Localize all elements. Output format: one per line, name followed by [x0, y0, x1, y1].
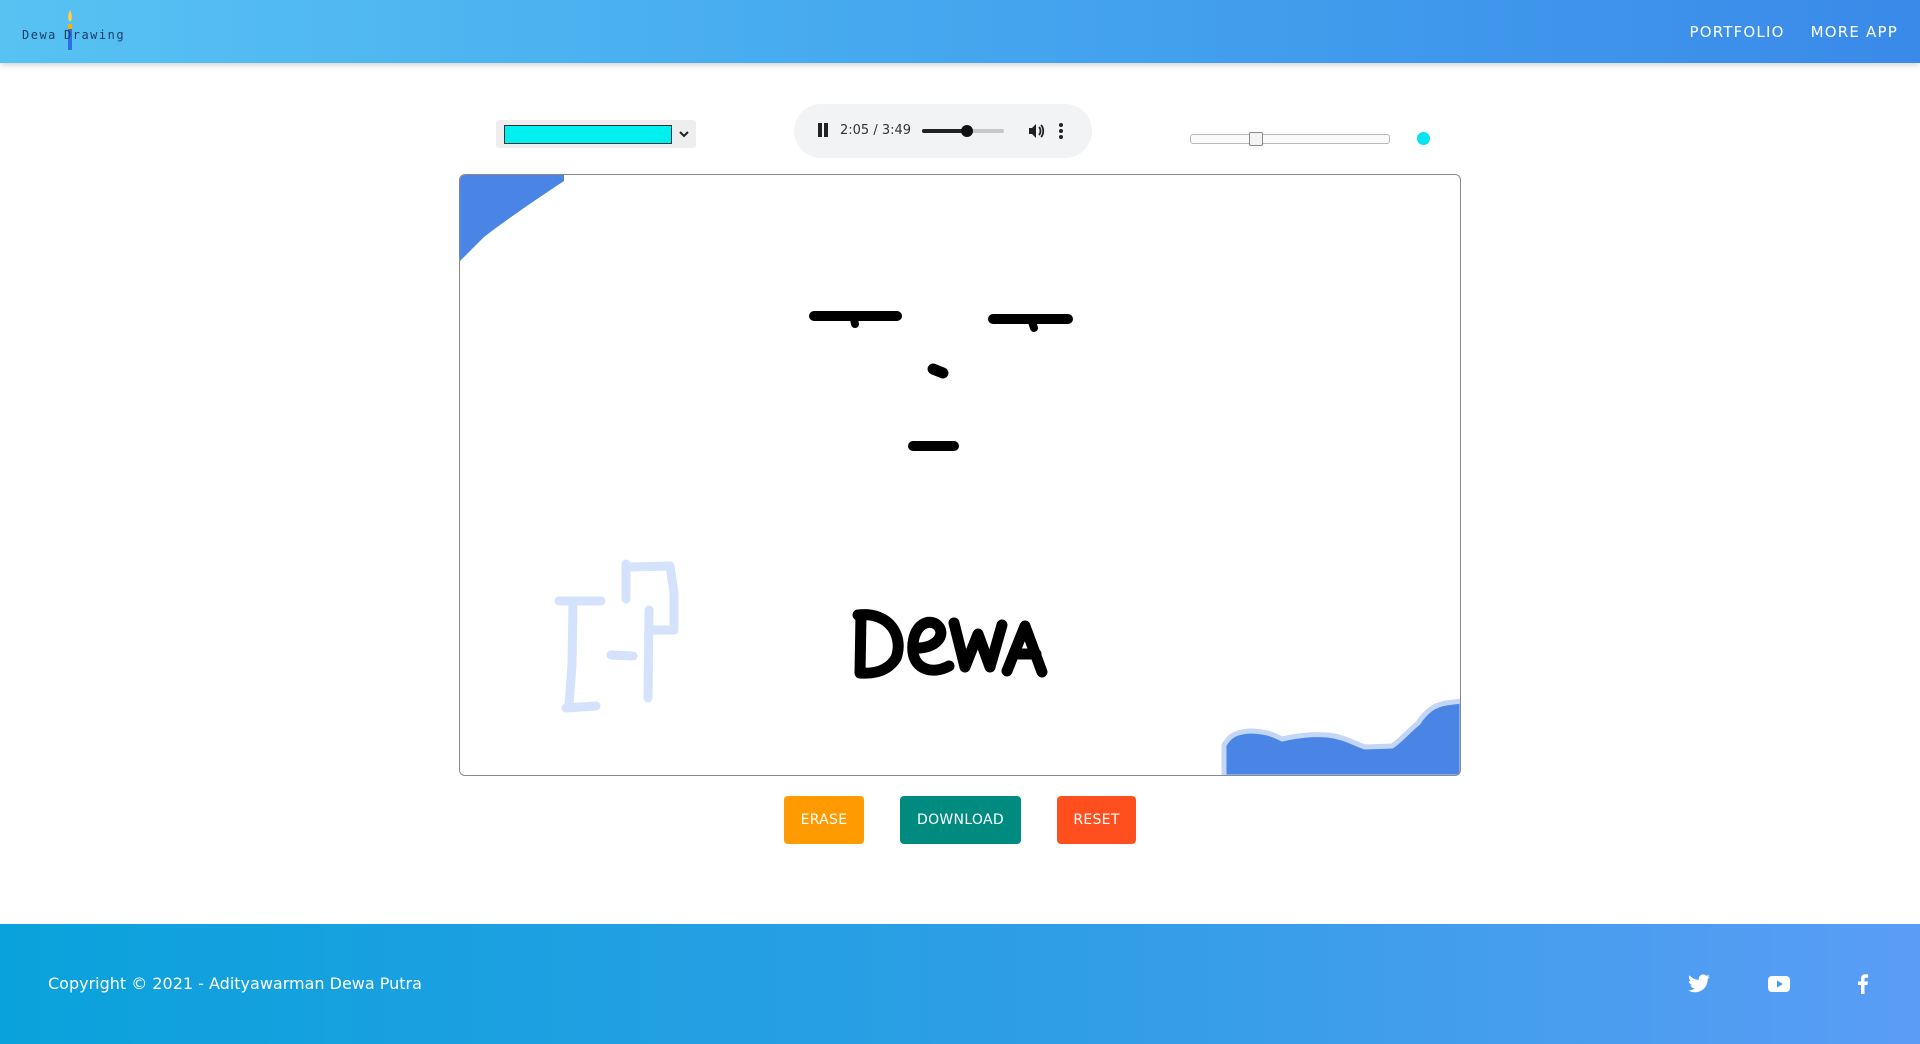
logo-word-dewa: Dewa [22, 28, 57, 42]
audio-progress-slider[interactable] [922, 125, 1004, 137]
reset-button[interactable]: RESET [1057, 796, 1136, 844]
logo-word-drawing: Drawing [64, 28, 126, 42]
selected-color-swatch [504, 125, 672, 144]
brush-size-slider[interactable] [1190, 132, 1390, 146]
corner-blue-stroke [460, 175, 564, 261]
brush-preview-dot [1417, 132, 1430, 145]
nav-link-portfolio[interactable]: PORTFOLIO [1689, 23, 1784, 41]
brush-size-knob[interactable] [1249, 132, 1263, 146]
main-nav: PORTFOLIO MORE APP [1689, 0, 1898, 63]
chevron-down-icon [679, 131, 689, 138]
brush-size-track [1190, 134, 1390, 144]
light-blue-scribble [554, 559, 679, 713]
canvas-drawing [460, 175, 1460, 775]
top-nav-bar: Dewa Drawing PORTFOLIO MORE APP [0, 0, 1920, 63]
footer: Copyright © 2021 - Adityawarman Dewa Put… [0, 924, 1920, 1044]
pause-button[interactable] [817, 123, 829, 137]
dewa-handwriting [852, 609, 1048, 679]
volume-icon[interactable] [1026, 121, 1046, 141]
background-music-player: 2:05 / 3:49 [794, 104, 1092, 158]
brush-color-select[interactable] [496, 120, 696, 148]
twitter-icon[interactable] [1686, 972, 1712, 996]
blue-hill-stroke [1221, 698, 1460, 775]
audio-time-display: 2:05 / 3:49 [840, 123, 912, 138]
dewa-drawing-logo[interactable]: Dewa Drawing [22, 8, 132, 56]
drawing-canvas[interactable] [459, 174, 1461, 776]
audio-progress-knob[interactable] [960, 125, 973, 137]
erase-button[interactable]: ERASE [784, 796, 864, 844]
copyright-text: Copyright © 2021 - Adityawarman Dewa Put… [48, 974, 422, 993]
facebook-icon[interactable] [1850, 972, 1876, 996]
nav-link-more-app[interactable]: MORE APP [1811, 23, 1898, 41]
more-options-icon[interactable] [1057, 121, 1065, 141]
youtube-icon[interactable] [1766, 972, 1792, 996]
download-button[interactable]: DOWNLOAD [900, 796, 1021, 844]
face-sketch [809, 311, 1073, 451]
